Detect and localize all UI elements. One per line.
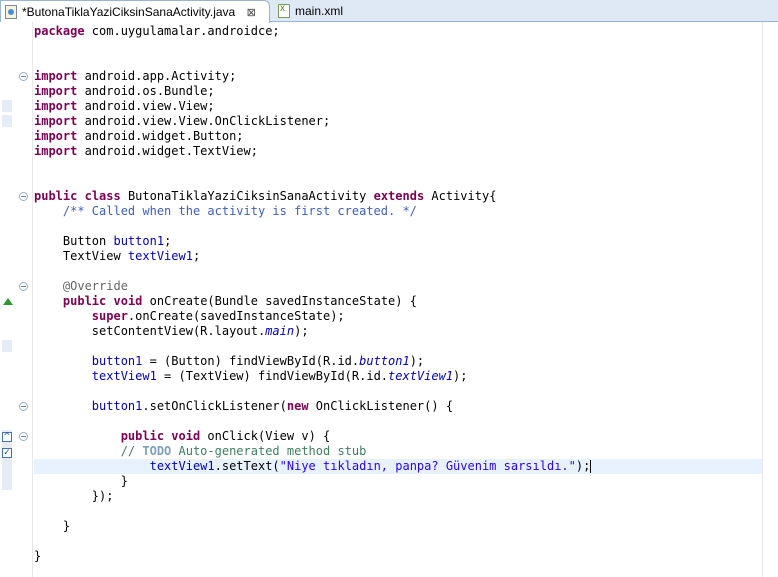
code-line: } [34, 549, 42, 563]
code-line: public class ButonaTiklaYaziCiksinSanaAc… [34, 189, 497, 203]
code-line: import android.view.View; [34, 99, 215, 113]
code-line: textView1 = (TextView) findViewById(R.id… [91, 369, 468, 383]
code-line: button1.setOnClickListener(new OnClickLi… [91, 399, 454, 413]
close-icon[interactable]: ⊠ [245, 6, 257, 19]
code-line: public void onCreate(Bundle savedInstanc… [62, 294, 417, 308]
java-file-icon [5, 5, 17, 19]
code-line: import android.view.View.OnClickListener… [34, 114, 331, 128]
code-line: } [34, 519, 71, 533]
gutter-marker [2, 100, 12, 112]
code-line: TextView textView1; [34, 249, 201, 263]
fold-toggle-icon[interactable] [19, 282, 28, 291]
editor-tab-bar: *ButonaTiklaYaziCiksinSanaActivity.java … [0, 0, 778, 23]
code-line: import android.app.Activity; [34, 69, 237, 83]
code-line: package com.uygulamalar.androidce; [34, 24, 280, 38]
code-line: public void onClick(View v) { [120, 429, 331, 443]
xml-file-icon [278, 3, 290, 18]
gutter-marker [2, 115, 12, 127]
code-line: Button button1; [34, 234, 172, 248]
gutter-marker [2, 340, 12, 352]
code-line: }); [34, 489, 114, 503]
fold-toggle-icon[interactable] [19, 402, 28, 411]
code-line: super.onCreate(savedInstanceState); [91, 309, 345, 323]
code-line: } [34, 474, 128, 488]
code-line: // TODO Auto-generated method stub [34, 444, 367, 458]
code-line: setContentView(R.layout.main); [34, 324, 309, 338]
code-line: @Override [34, 279, 128, 293]
folding-ruler [14, 22, 32, 577]
fold-toggle-icon[interactable] [19, 432, 28, 441]
code-line: /** Called when the activity is first cr… [34, 204, 417, 218]
code-line: import android.os.Bundle; [34, 84, 215, 98]
tab-java-file[interactable]: *ButonaTiklaYaziCiksinSanaActivity.java … [0, 0, 270, 23]
text-caret [590, 460, 592, 473]
print-margin [762, 22, 763, 577]
fold-toggle-icon[interactable] [19, 72, 28, 81]
tab-main-xml[interactable]: main.xml [272, 0, 372, 22]
code-line: import android.widget.Button; [34, 129, 244, 143]
current-code-line: textView1.setText("Niye tıkladın, panpa?… [34, 459, 762, 474]
annotation-gutter: ^ ✓ [0, 22, 14, 577]
tab-java-file-label: *ButonaTiklaYaziCiksinSanaActivity.java [22, 5, 236, 19]
code-line: import android.widget.TextView; [34, 144, 258, 158]
fold-toggle-icon[interactable] [19, 192, 28, 201]
tab-main-xml-label: main.xml [295, 4, 344, 18]
task-checkbox-icon[interactable]: ✓ [2, 448, 12, 458]
override-indicator-icon[interactable] [3, 298, 13, 305]
code-line: button1 = (Button) findViewById(R.id.but… [91, 354, 425, 368]
gutter-divider [32, 22, 33, 577]
implements-indicator-icon[interactable]: ^ [2, 432, 12, 442]
